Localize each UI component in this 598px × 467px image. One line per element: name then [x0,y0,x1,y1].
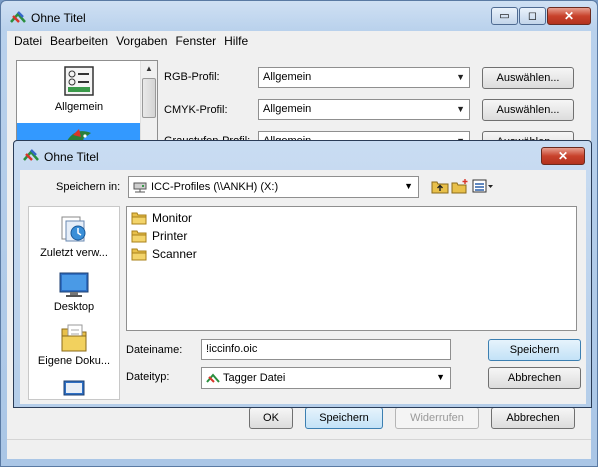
place-recent[interactable]: Zuletzt verw... [29,213,119,259]
tagger-file-icon [206,373,220,383]
computer-icon [63,380,85,396]
dialog-cancel-button[interactable]: Abbrechen [488,367,581,389]
folder-icon [131,248,147,261]
dialog-save-button[interactable]: Speichern [488,339,581,361]
file-row-monitor[interactable]: Monitor [131,209,192,227]
dialog-client-area: Speichern in: ICC-Profiles (\\ANKH) (X:)… [20,170,586,404]
rgb-profile-label: RGB-Profil: [164,71,220,83]
revert-button[interactable]: Widerrufen [395,407,479,429]
chevron-down-icon: ▼ [436,372,445,382]
close-button[interactable]: ✕ [547,7,591,25]
close-icon: ✕ [563,9,575,23]
save-in-value: ICC-Profiles (\\ANKH) (X:) [151,181,279,193]
app-logo-icon [23,149,39,161]
save-in-label: Speichern in: [56,181,121,193]
place-label-desktop: Desktop [53,301,95,313]
documents-folder-icon [61,324,87,352]
file-name: Scanner [152,247,197,261]
ok-button[interactable]: OK [249,407,293,429]
place-label-recent: Zuletzt verw... [40,247,108,259]
minimize-icon: ▭ [499,10,510,22]
file-row-scanner[interactable]: Scanner [131,245,197,263]
desktop-icon [59,272,89,297]
recent-places-icon [61,216,86,242]
title-bar[interactable]: Ohne Titel ▭ ◻ ✕ [1,1,597,31]
places-bar: Zuletzt verw... Desktop Eigene Doku... [28,206,120,400]
scroll-thumb[interactable] [142,78,156,118]
folder-icon [131,230,147,243]
cmyk-profile-select[interactable]: Allgemein ▼ [258,99,470,120]
chevron-down-icon: ▼ [404,181,413,191]
filename-label: Dateiname: [126,344,183,356]
save-dialog: Ohne Titel ✕ Speichern in: ICC-Profiles … [13,140,592,408]
menu-bearbeiten[interactable]: Bearbeiten [46,31,112,51]
up-folder-icon[interactable] [431,178,449,194]
filetype-label: Dateityp: [126,371,170,383]
window-title: Ohne Titel [31,11,86,25]
menu-datei[interactable]: Datei [10,31,46,51]
filetype-value: Tagger Datei [223,372,286,384]
scroll-up-icon[interactable]: ▲ [141,61,157,77]
save-in-select[interactable]: ICC-Profiles (\\ANKH) (X:) ▼ [128,176,419,198]
minimize-button[interactable]: ▭ [491,7,518,25]
cmyk-choose-button[interactable]: Auswählen... [482,99,574,121]
file-row-printer[interactable]: Printer [131,227,187,245]
maximize-icon: ◻ [527,10,538,22]
file-name: Monitor [152,211,193,225]
maximize-button[interactable]: ◻ [519,7,546,25]
cmyk-profile-value: Allgemein [263,103,312,115]
rgb-profile-select[interactable]: Allgemein ▼ [258,67,470,88]
close-icon: ✕ [557,149,569,163]
chevron-down-icon: ▼ [456,104,465,114]
place-label-documents: Eigene Doku... [37,355,111,367]
view-menu-icon[interactable] [472,178,494,194]
file-name: Printer [152,229,188,243]
chevron-down-icon: ▼ [456,72,465,82]
new-folder-icon[interactable] [451,178,469,194]
rgb-choose-button[interactable]: Auswählen... [482,67,574,89]
category-item-allgemein[interactable]: Allgemein [17,61,141,123]
place-desktop[interactable]: Desktop [29,271,119,313]
cancel-button[interactable]: Abbrechen [491,407,575,429]
save-button[interactable]: Speichern [305,407,383,429]
network-drive-icon [133,182,147,193]
rgb-profile-value: Allgemein [263,71,312,83]
app-logo-icon [10,11,26,23]
place-computer[interactable] [29,377,119,399]
menu-fenster[interactable]: Fenster [171,31,220,51]
dialog-title: Ohne Titel [44,150,99,164]
dialog-close-button[interactable]: ✕ [541,147,585,165]
settings-panel-icon [64,66,94,96]
category-label-allgemein: Allgemein [54,101,104,113]
filetype-select[interactable]: Tagger Datei ▼ [201,367,451,389]
menu-vorgaben[interactable]: Vorgaben [112,31,171,51]
file-list[interactable]: Monitor Printer Scanner [126,206,577,331]
filename-input[interactable]: !iccinfo.oic [201,339,451,360]
menu-hilfe[interactable]: Hilfe [220,31,252,51]
cmyk-profile-label: CMYK-Profil: [164,104,228,116]
folder-icon [131,212,147,225]
menu-bar: Datei Bearbeiten Vorgaben Fenster Hilfe [7,31,591,51]
status-bar [7,439,591,459]
place-documents[interactable]: Eigene Doku... [29,323,119,367]
